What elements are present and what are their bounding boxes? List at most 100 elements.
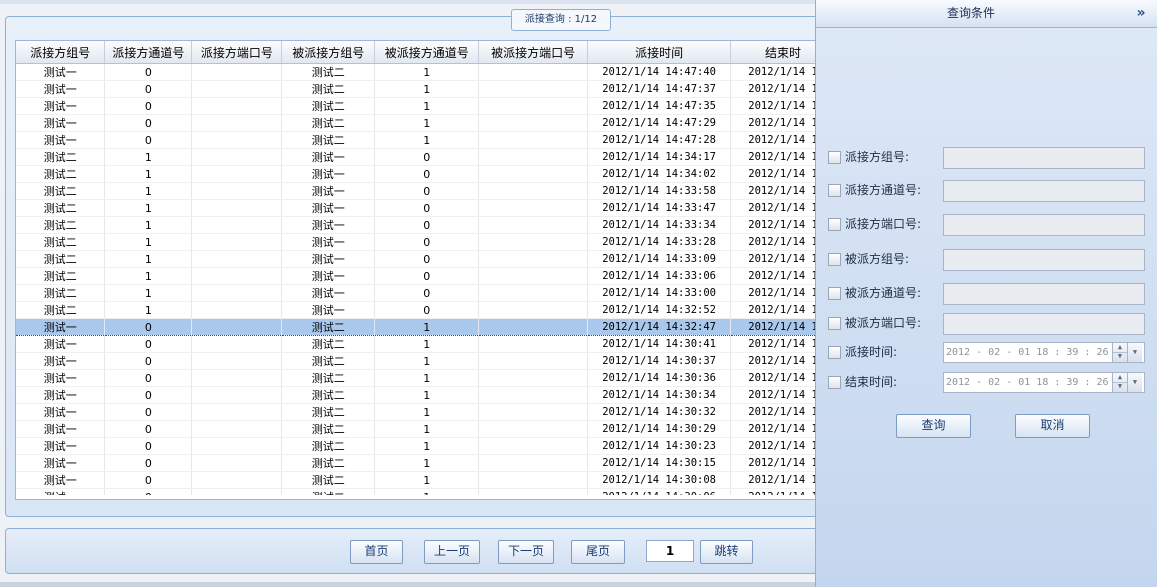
table-cell: 测试二 bbox=[281, 80, 376, 98]
table-row[interactable]: 测试一 0 测试二 1 2012/1/14 14:30:41 2012/1/14 1 bbox=[16, 335, 836, 353]
table-cell: 2012/1/14 14:30:08 bbox=[587, 471, 732, 489]
table-cell: 2012/1/14 14:30:41 bbox=[587, 335, 732, 353]
col-header[interactable]: 被派接方通道号 bbox=[374, 41, 480, 64]
sender-group-input[interactable] bbox=[943, 147, 1145, 169]
table-row[interactable]: 测试一 0 测试二 1 2012/1/14 14:30:29 2012/1/14 1 bbox=[16, 420, 836, 438]
table-cell: 测试二 bbox=[281, 131, 376, 149]
col-header[interactable]: 被派接方端口号 bbox=[478, 41, 589, 64]
table-row[interactable]: 测试一 0 测试二 1 2012/1/14 14:47:28 2012/1/14 1 bbox=[16, 131, 836, 149]
spin-down-icon[interactable]: ▼ bbox=[1113, 382, 1127, 391]
results-grid[interactable]: 派接方组号 派接方通道号 派接方端口号 被派接方组号 被派接方通道号 被派接方端… bbox=[15, 40, 837, 500]
table-row[interactable]: 测试一 0 测试二 1 2012/1/14 14:30:32 2012/1/14 1 bbox=[16, 403, 836, 421]
table-row[interactable]: 测试二 1 测试一 0 2012/1/14 14:33:06 2012/1/14 1 bbox=[16, 267, 836, 285]
next-page-button[interactable]: 下一页 bbox=[498, 540, 554, 564]
col-header[interactable]: 派接时间 bbox=[587, 41, 732, 64]
table-cell: 0 bbox=[104, 318, 193, 336]
query-panel-header: 查询条件 » bbox=[816, 0, 1157, 28]
table-row[interactable]: 测试一 0 测试二 1 2012/1/14 14:47:37 2012/1/14 1 bbox=[16, 80, 836, 98]
receiver-group-input[interactable] bbox=[943, 249, 1145, 271]
table-row[interactable]: 测试一 0 测试二 1 2012/1/14 14:47:35 2012/1/14 1 bbox=[16, 97, 836, 115]
prev-page-button[interactable]: 上一页 bbox=[424, 540, 480, 564]
first-page-button[interactable]: 首页 bbox=[350, 540, 403, 564]
table-row[interactable]: 测试二 1 测试一 0 2012/1/14 14:33:09 2012/1/14 1 bbox=[16, 250, 836, 268]
table-cell bbox=[478, 63, 589, 81]
table-row[interactable]: 测试一 0 测试二 1 2012/1/14 14:30:23 2012/1/14 1 bbox=[16, 437, 836, 455]
checkbox-end-time[interactable] bbox=[828, 376, 841, 389]
table-row[interactable]: 测试一 0 测试二 1 2012/1/14 14:47:40 2012/1/14 1 bbox=[16, 63, 836, 81]
table-row[interactable]: 测试一 0 测试二 1 2012/1/14 14:30:36 2012/1/14 1 bbox=[16, 369, 836, 387]
table-cell: 0 bbox=[374, 284, 480, 302]
table-cell: 1 bbox=[374, 63, 480, 81]
table-row[interactable]: 测试一 0 测试二 1 2012/1/14 14:32:47 2012/1/14 1 bbox=[16, 318, 836, 336]
label-receiver-group: 被派方组号: bbox=[845, 252, 910, 266]
col-header[interactable]: 派接方通道号 bbox=[104, 41, 193, 64]
col-header[interactable]: 派接方端口号 bbox=[191, 41, 283, 64]
checkbox-receiver-port[interactable] bbox=[828, 317, 841, 330]
checkbox-sender-channel[interactable] bbox=[828, 184, 841, 197]
table-row[interactable]: 测试二 1 测试一 0 2012/1/14 14:34:02 2012/1/14 1 bbox=[16, 165, 836, 183]
last-page-button[interactable]: 尾页 bbox=[571, 540, 625, 564]
table-row[interactable]: 测试一 0 测试二 1 2012/1/14 14:30:34 2012/1/14 1 bbox=[16, 386, 836, 404]
table-body: 测试一 0 测试二 1 2012/1/14 14:47:40 2012/1/14 1 测试一… bbox=[16, 63, 836, 499]
end-time-picker[interactable]: 2012 - 02 - 01 18 : 39 : 26 ▲ ▼ ▼ bbox=[943, 372, 1145, 393]
table-row[interactable]: 测试一 0 测试二 1 2012/1/14 14:30:08 2012/1/14 1 bbox=[16, 471, 836, 489]
table-cell bbox=[478, 369, 589, 387]
sender-port-input[interactable] bbox=[943, 214, 1145, 236]
col-header[interactable]: 派接方组号 bbox=[16, 41, 106, 64]
table-cell: 1 bbox=[104, 216, 193, 234]
chevron-down-icon[interactable]: ▼ bbox=[1127, 373, 1142, 392]
checkbox-start-time[interactable] bbox=[828, 346, 841, 359]
receiver-port-input[interactable] bbox=[943, 313, 1145, 335]
table-cell: 测试一 bbox=[281, 182, 376, 200]
label-sender-port: 派接方端口号: bbox=[845, 217, 922, 231]
table-cell: 0 bbox=[104, 437, 193, 455]
table-cell: 2012/1/14 14:30:37 bbox=[587, 352, 732, 370]
table-cell bbox=[478, 301, 589, 319]
search-button[interactable]: 查询 bbox=[896, 414, 971, 438]
table-cell: 测试一 bbox=[281, 250, 376, 268]
table-cell: 测试二 bbox=[281, 386, 376, 404]
table-cell bbox=[191, 80, 283, 98]
checkbox-receiver-group[interactable] bbox=[828, 253, 841, 266]
start-time-picker[interactable]: 2012 - 02 - 01 18 : 39 : 26 ▲ ▼ ▼ bbox=[943, 342, 1145, 363]
table-cell bbox=[478, 437, 589, 455]
table-cell: 测试二 bbox=[281, 318, 376, 336]
chevron-down-icon[interactable]: ▼ bbox=[1127, 343, 1142, 362]
collapse-icon[interactable]: » bbox=[1132, 0, 1150, 27]
spin-down-icon[interactable]: ▼ bbox=[1113, 352, 1127, 361]
table-row[interactable]: 测试一 0 测试二 1 2012/1/14 14:30:15 2012/1/14 1 bbox=[16, 454, 836, 472]
table-cell bbox=[478, 403, 589, 421]
table-row[interactable]: 测试二 1 测试一 0 2012/1/14 14:33:28 2012/1/14 1 bbox=[16, 233, 836, 251]
table-cell bbox=[478, 454, 589, 472]
page-number-input[interactable]: 1 bbox=[646, 540, 694, 562]
checkbox-sender-port[interactable] bbox=[828, 218, 841, 231]
table-cell: 测试二 bbox=[16, 165, 106, 183]
cancel-button[interactable]: 取消 bbox=[1015, 414, 1090, 438]
table-row[interactable]: 测试二 1 测试一 0 2012/1/14 14:34:17 2012/1/14 1 bbox=[16, 148, 836, 166]
table-row[interactable]: 测试二 1 测试一 0 2012/1/14 14:33:58 2012/1/14 1 bbox=[16, 182, 836, 200]
table-cell: 测试一 bbox=[281, 284, 376, 302]
table-row[interactable]: 测试二 1 测试一 0 2012/1/14 14:33:34 2012/1/14 1 bbox=[16, 216, 836, 234]
checkbox-sender-group[interactable] bbox=[828, 151, 841, 164]
col-header[interactable]: 被派接方组号 bbox=[281, 41, 376, 64]
table-cell: 1 bbox=[104, 250, 193, 268]
table-row[interactable]: 测试二 1 测试一 0 2012/1/14 14:33:47 2012/1/14 1 bbox=[16, 199, 836, 217]
checkbox-receiver-channel[interactable] bbox=[828, 287, 841, 300]
jump-button[interactable]: 跳转 bbox=[700, 540, 753, 564]
table-cell: 测试二 bbox=[281, 97, 376, 115]
table-cell: 2012/1/14 14:47:28 bbox=[587, 131, 732, 149]
table-row[interactable]: 测试二 1 测试一 0 2012/1/14 14:32:52 2012/1/14 1 bbox=[16, 301, 836, 319]
grid-bottom-edge bbox=[16, 495, 836, 499]
table-row[interactable]: 测试二 1 测试一 0 2012/1/14 14:33:00 2012/1/14 1 bbox=[16, 284, 836, 302]
receiver-channel-input[interactable] bbox=[943, 283, 1145, 305]
table-cell: 2012/1/14 14:47:29 bbox=[587, 114, 732, 132]
table-cell bbox=[191, 97, 283, 115]
table-cell bbox=[478, 335, 589, 353]
table-row[interactable]: 测试一 0 测试二 1 2012/1/14 14:47:29 2012/1/14 1 bbox=[16, 114, 836, 132]
table-row[interactable]: 测试一 0 测试二 1 2012/1/14 14:30:37 2012/1/14 1 bbox=[16, 352, 836, 370]
table-cell: 0 bbox=[374, 250, 480, 268]
sender-channel-input[interactable] bbox=[943, 180, 1145, 202]
table-cell: 0 bbox=[104, 63, 193, 81]
table-cell bbox=[478, 216, 589, 234]
table-cell: 测试一 bbox=[16, 352, 106, 370]
